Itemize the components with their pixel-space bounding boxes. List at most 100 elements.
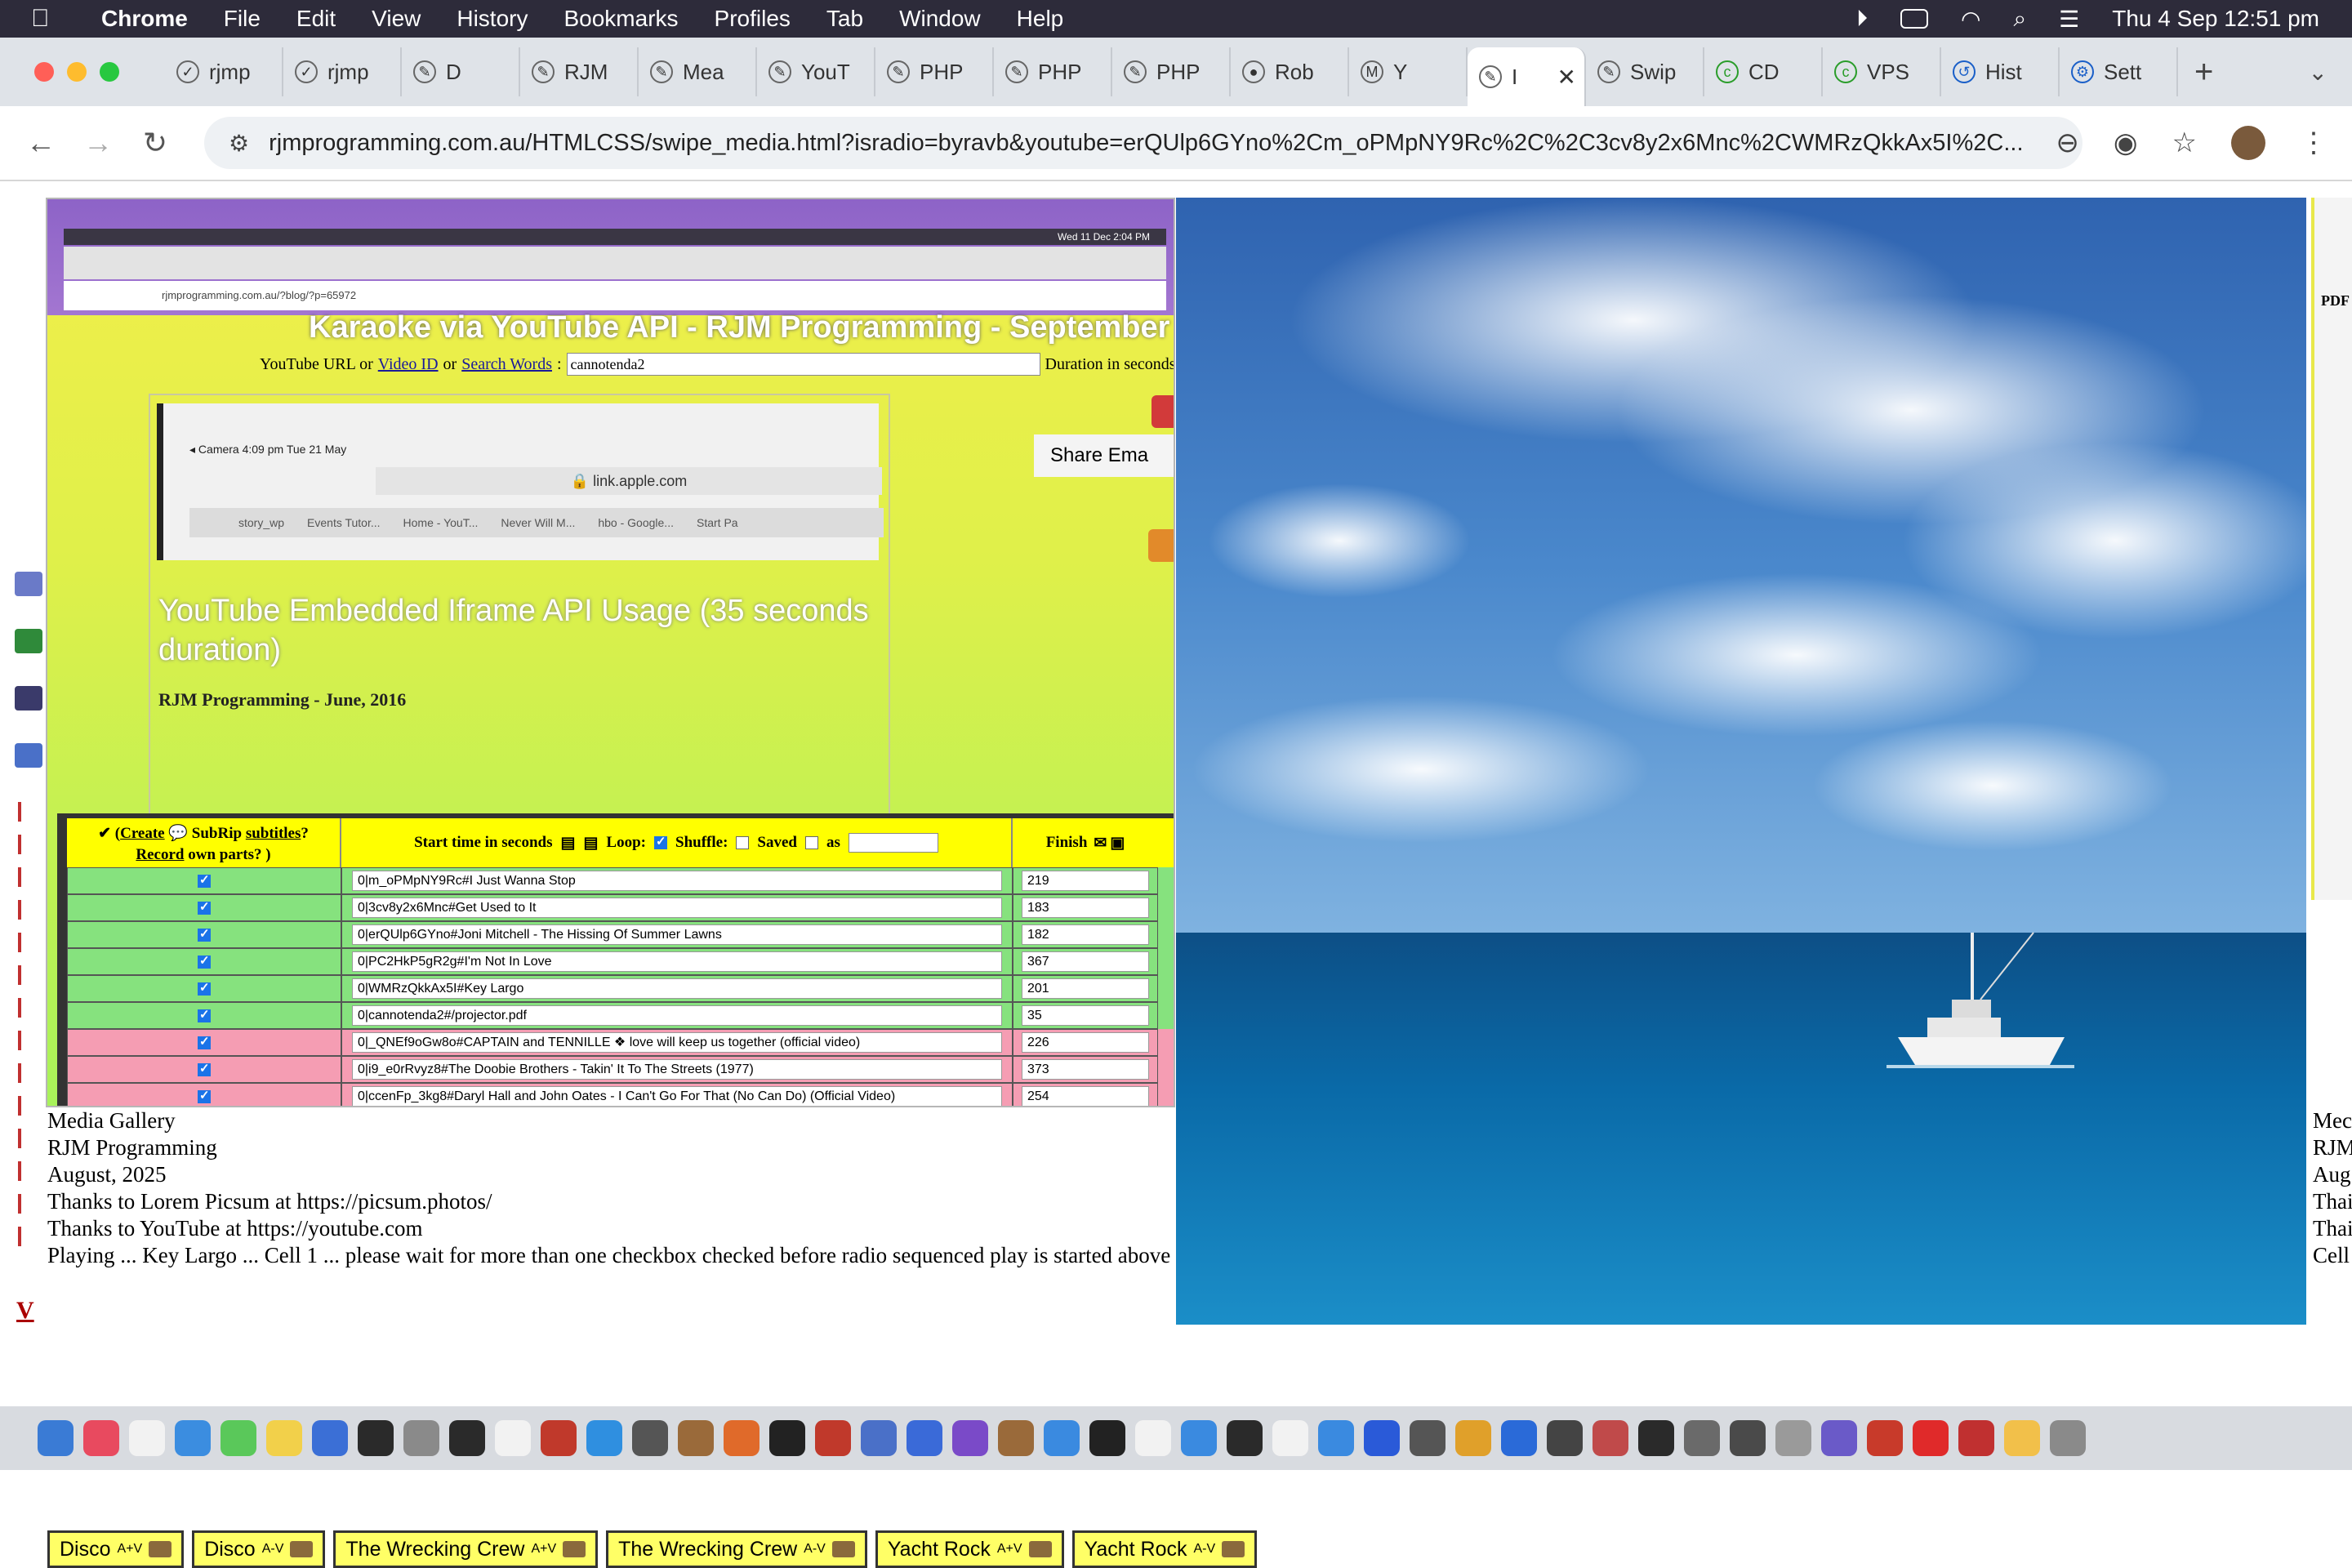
orange-side-icon[interactable] [1148, 529, 1174, 562]
reload-button[interactable]: ↻ [139, 126, 172, 160]
row-entry-input[interactable]: 0|i9_e0rRvyz8#The Doobie Brothers - Taki… [352, 1059, 1002, 1080]
tab-16[interactable]: ↺ Hist [1941, 47, 2060, 96]
close-tab-icon[interactable]: ✕ [1557, 64, 1576, 91]
row-checkbox[interactable] [198, 1007, 211, 1022]
shuffle-checkbox[interactable] [736, 836, 750, 849]
dock-app-icon[interactable] [1227, 1420, 1263, 1456]
dock-app-icon[interactable] [906, 1420, 942, 1456]
row-entry-input[interactable]: 0|erQUlp6GYno#Joni Mitchell - The Hissin… [352, 924, 1002, 945]
menu-help[interactable]: Help [1017, 6, 1064, 32]
tab-13[interactable]: ✎ Swip [1586, 47, 1704, 96]
zoom-icon[interactable]: ⊖ [2056, 127, 2079, 159]
radio-button-5[interactable]: Yacht Rock A+V [875, 1530, 1064, 1568]
dock-app-icon[interactable] [83, 1420, 119, 1456]
dock-app-icon[interactable] [586, 1420, 622, 1456]
dock-app-icon[interactable] [1684, 1420, 1720, 1456]
folder-icon[interactable]: ▤ [561, 834, 576, 853]
clock[interactable]: Thu 4 Sep 12:51 pm [2112, 6, 2319, 32]
tab-11[interactable]: MY [1349, 47, 1468, 96]
row-finish-input[interactable]: 254 [1022, 1086, 1149, 1106]
dock-app-icon[interactable] [1455, 1420, 1491, 1456]
profile-avatar[interactable] [2231, 126, 2265, 160]
search-icon[interactable]: ⌕ [2013, 6, 2026, 33]
row-checkbox[interactable] [198, 1034, 211, 1049]
dock-app-icon[interactable] [998, 1420, 1034, 1456]
dock-app-icon[interactable] [632, 1420, 668, 1456]
menu-app-chrome[interactable]: Chrome [101, 6, 188, 32]
dock-app-icon[interactable] [38, 1420, 74, 1456]
control-center-icon[interactable]: ☰ [2059, 6, 2079, 33]
dock-app-icon[interactable] [1638, 1420, 1674, 1456]
radio-button-2[interactable]: Disco A-V [192, 1530, 326, 1568]
play-icon[interactable]: ⏵ [1856, 6, 1868, 33]
dock-app-icon[interactable] [1410, 1420, 1446, 1456]
v-link[interactable]: V [16, 1297, 34, 1325]
dock-app-icon[interactable] [1821, 1420, 1857, 1456]
zoom-window-button[interactable] [100, 62, 119, 82]
row-finish-input[interactable]: 35 [1022, 1005, 1149, 1026]
dock-app-icon[interactable] [1913, 1420, 1949, 1456]
right-media-panel[interactable] [1176, 198, 2306, 1325]
youtube-input[interactable]: cannotenda2 [566, 353, 1040, 376]
row-finish-input[interactable]: 201 [1022, 978, 1149, 999]
dock-app-icon[interactable] [1044, 1420, 1080, 1456]
tab-5[interactable]: ✎ Mea [639, 47, 757, 96]
subtitles-link[interactable]: subtitles [246, 825, 301, 842]
dock-app-icon[interactable] [769, 1420, 805, 1456]
row-entry-input[interactable]: 0|_QNEf9oGw8o#CAPTAIN and TENNILLE ❖ lov… [352, 1032, 1002, 1053]
minimize-window-button[interactable] [67, 62, 87, 82]
dock-app-icon[interactable] [1181, 1420, 1217, 1456]
close-window-button[interactable] [34, 62, 54, 82]
folder-icon[interactable]: ▤ [583, 834, 598, 853]
dock-app-icon[interactable] [1272, 1420, 1308, 1456]
eye-icon[interactable]: ◉ [2114, 127, 2138, 159]
radio-button-4[interactable]: The Wrecking Crew A-V [606, 1530, 867, 1568]
dock-app-icon[interactable] [1958, 1420, 1994, 1456]
dock-app-icon[interactable] [952, 1420, 988, 1456]
menu-profiles[interactable]: Profiles [715, 6, 791, 32]
menu-bookmarks[interactable]: Bookmarks [564, 6, 678, 32]
row-entry-input[interactable]: 0|m_oPMpNY9Rc#I Just Wanna Stop [352, 871, 1002, 891]
dock-app-icon[interactable] [403, 1420, 439, 1456]
row-entry-input[interactable]: 0|WMRzQkkAx5I#Key Largo [352, 978, 1002, 999]
dock-app-icon[interactable] [1089, 1420, 1125, 1456]
row-checkbox[interactable] [198, 1061, 211, 1076]
tab-14[interactable]: c CD [1704, 47, 1823, 96]
radio-button-3[interactable]: The Wrecking Crew A+V [333, 1530, 599, 1568]
dock-app-icon[interactable] [541, 1420, 577, 1456]
row-finish-input[interactable]: 183 [1022, 898, 1149, 918]
battery-icon[interactable] [1900, 9, 1929, 29]
row-checkbox[interactable] [198, 1088, 211, 1103]
dock-app-icon[interactable] [1867, 1420, 1903, 1456]
more-menu-icon[interactable]: ⋮ [2300, 127, 2328, 159]
row-entry-input[interactable]: 0|PC2HkP5gR2g#I'm Not In Love [352, 951, 1002, 972]
saved-as-input[interactable] [848, 833, 938, 853]
radio-button-1[interactable]: Disco A+V [47, 1530, 185, 1568]
dock-app-icon[interactable] [129, 1420, 165, 1456]
menu-edit[interactable]: Edit [296, 6, 336, 32]
dock-app-icon[interactable] [2004, 1420, 2040, 1456]
dock-app-icon[interactable] [266, 1420, 302, 1456]
row-checkbox[interactable] [198, 953, 211, 969]
dock-app-icon[interactable] [861, 1420, 897, 1456]
loop-checkbox[interactable] [654, 834, 667, 849]
row-checkbox[interactable] [198, 899, 211, 915]
row-finish-input[interactable]: 226 [1022, 1032, 1149, 1053]
share-email-button[interactable]: Share Ema [1034, 434, 1174, 477]
video-id-link[interactable]: Video ID [378, 355, 439, 374]
row-finish-input[interactable]: 367 [1022, 951, 1149, 972]
dock-app-icon[interactable] [220, 1420, 256, 1456]
wifi-icon[interactable]: ◠ [1961, 6, 1980, 33]
dock-app-icon[interactable] [2050, 1420, 2086, 1456]
tab-17[interactable]: ⚙ Sett [2060, 47, 2178, 96]
monitor-icon[interactable]: ▣ [1110, 834, 1125, 853]
tab-3[interactable]: ✎ D [402, 47, 520, 96]
menu-file[interactable]: File [224, 6, 261, 32]
dock-app-icon[interactable] [449, 1420, 485, 1456]
dock-app-icon[interactable] [1592, 1420, 1628, 1456]
dock-app-icon[interactable] [358, 1420, 394, 1456]
dock-app-icon[interactable] [312, 1420, 348, 1456]
train-icon[interactable] [15, 629, 42, 653]
tab-10[interactable]: ● Rob [1231, 47, 1349, 96]
dock-app-icon[interactable] [678, 1420, 714, 1456]
